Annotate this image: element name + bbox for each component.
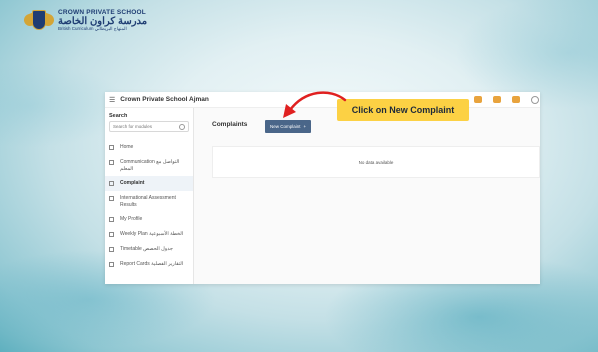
school-logo: CROWN PRIVATE SCHOOL مدرسة كراون الخاصة … <box>22 9 147 33</box>
sidebar-item-label: Report Cards التقارير الفصلية <box>120 261 184 267</box>
crest-icon <box>22 9 56 33</box>
home-icon <box>109 145 114 150</box>
search-label: Search <box>109 113 128 119</box>
sidebar-item-profile[interactable]: My Profile <box>105 212 193 227</box>
profile-icon <box>109 217 114 222</box>
sidebar-item-label: Communication التواصل مع المعلم <box>120 159 180 172</box>
gear-icon[interactable] <box>531 96 539 104</box>
sidebar: Search Home Communication التواصل مع الم… <box>105 108 194 284</box>
search-input[interactable] <box>113 124 173 129</box>
document-icon <box>109 196 114 201</box>
sidebar-item-weekly-plan[interactable]: Weekly Plan الخطة الأسبوعية <box>105 227 193 242</box>
sidebar-item-label: Home <box>120 144 134 150</box>
sidebar-item-timetable[interactable]: Timetable جدول الحصص <box>105 242 193 257</box>
search-icon[interactable] <box>179 123 185 130</box>
top-bar-icons <box>474 96 539 104</box>
sidebar-item-report-cards[interactable]: Report Cards التقارير الفصلية <box>105 257 193 272</box>
complaint-icon <box>109 181 114 186</box>
sidebar-item-label: International Assessment Results <box>120 195 176 208</box>
sidebar-item-home[interactable]: Home <box>105 140 193 155</box>
sidebar-item-label: Complaint <box>120 180 145 186</box>
sidebar-item-communication[interactable]: Communication التواصل مع المعلم <box>105 155 193 176</box>
empty-state-text: No data available <box>358 159 394 165</box>
hamburger-menu-icon[interactable]: ☰ <box>109 96 115 104</box>
chat-icon <box>109 160 114 165</box>
sidebar-item-complaint[interactable]: Complaint <box>105 176 193 191</box>
sidebar-item-label: Timetable جدول الحصص <box>120 246 173 252</box>
calendar-icon <box>109 232 114 237</box>
page-title: Complaints <box>212 121 248 128</box>
message-icon[interactable] <box>493 96 501 103</box>
sidebar-item-label: My Profile <box>120 216 143 222</box>
app-window: ☰ Crown Private School Ajman Search Home… <box>105 92 540 284</box>
callout-text: Click on New Complaint <box>351 105 455 115</box>
alert-icon[interactable] <box>512 96 520 103</box>
complaints-list: No data available <box>212 146 540 178</box>
sidebar-item-label: Weekly Plan الخطة الأسبوعية <box>120 231 184 237</box>
instruction-callout: Click on New Complaint <box>337 99 469 121</box>
main-content: Complaints New Complaint + No data avail… <box>194 108 540 284</box>
new-complaint-label: New Complaint <box>270 124 301 129</box>
sidebar-nav: Home Communication التواصل مع المعلم Com… <box>105 140 193 272</box>
grid-icon <box>109 247 114 252</box>
logo-subtitle: British Curriculum المنهاج البريطاني <box>58 26 127 32</box>
notification-icon[interactable] <box>474 96 482 103</box>
plus-icon: + <box>303 124 307 129</box>
sidebar-item-assessment[interactable]: International Assessment Results <box>105 191 193 212</box>
app-title: Crown Private School Ajman <box>120 96 209 103</box>
report-icon <box>109 262 114 267</box>
new-complaint-button[interactable]: New Complaint + <box>265 120 312 133</box>
search-box[interactable] <box>109 121 189 132</box>
